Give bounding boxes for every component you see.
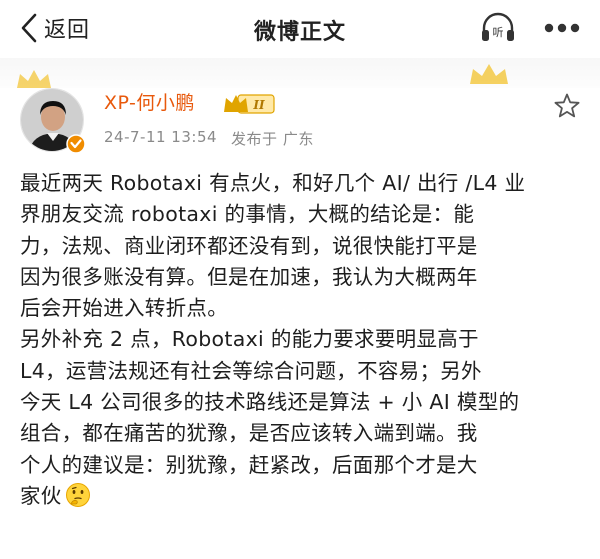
post-location: 发布于 广东 [231, 130, 314, 148]
svg-text:听: 听 [493, 26, 504, 39]
post-line: 因为很多账没有算。但是在加速，我认为大概两年 [20, 264, 478, 289]
post-content: 最近两天 Robotaxi 有点火，和好几个 AI/ 出行 /L4 业 界朋友交… [20, 168, 590, 512]
post-line: 组合，都在痛苦的犹豫，是否应该转入端到端。我 [20, 421, 478, 446]
post-line: 今天 L4 公司很多的技术路线还是算法 + 小 AI 模型的 [20, 390, 520, 415]
thinking-face-emoji-icon [65, 482, 90, 507]
vip-level-badge-icon: II [224, 94, 275, 114]
author-name[interactable]: XP-何小鹏 [104, 88, 195, 115]
post-line: 个人的建议是：别犹豫，赶紧改，后面那个才是大 [20, 452, 478, 477]
crown-decoration-icon [17, 70, 51, 88]
author-avatar[interactable] [20, 88, 86, 154]
more-dots-icon[interactable] [541, 12, 583, 44]
post-line: 后会开始进入转折点。 [20, 296, 228, 321]
post-line: 家伙 [20, 483, 62, 508]
listen-headphones-icon[interactable]: 听 [479, 9, 517, 47]
vip-banner [0, 58, 600, 88]
post-meta: 24-7-11 13:54 发布于 广东 [104, 128, 314, 149]
post-date: 24-7-11 13:54 [104, 128, 218, 146]
post-last-line: 家伙 [20, 481, 590, 512]
post-line: 另外补充 2 点，Robotaxi 的能力要求要明显高于 [20, 327, 479, 352]
crown-decoration-icon [470, 64, 508, 84]
svg-text:II: II [252, 98, 265, 112]
verified-badge-icon [66, 134, 86, 154]
post-line: L4，运营法规还有社会等综合问题，不容易；另外 [20, 358, 482, 383]
top-navigation-bar: 返回 微博正文 听 [0, 0, 600, 58]
post-line: 力，法规、商业闭环都还没有到，说很快能打平是 [20, 233, 478, 258]
post-line: 最近两天 Robotaxi 有点火，和好几个 AI/ 出行 /L4 业 [20, 171, 526, 195]
star-icon[interactable] [553, 92, 581, 120]
post-line: 界朋友交流 robotaxi 的事情，大概的结论是：能 [20, 202, 475, 227]
